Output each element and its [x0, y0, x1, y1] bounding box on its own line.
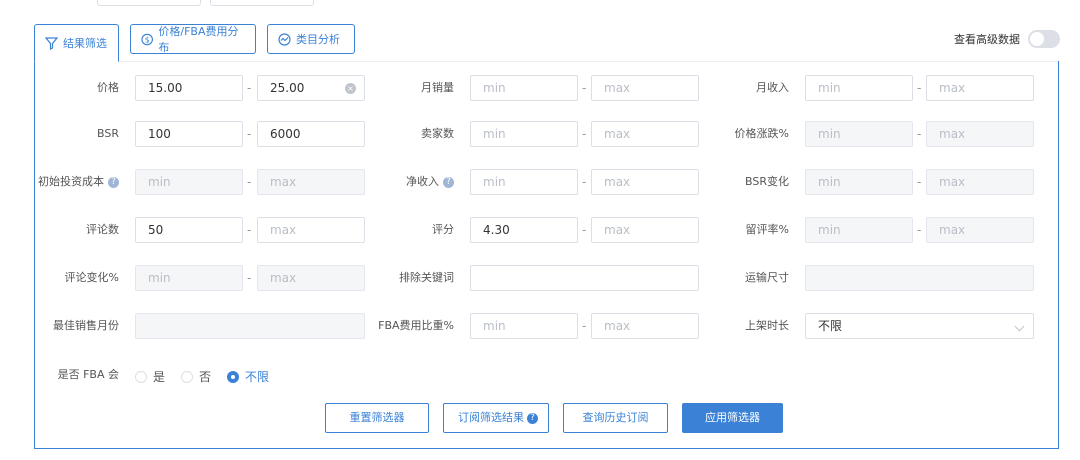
range-dash: -	[582, 127, 587, 141]
bsr-label: BSR	[97, 127, 119, 140]
price-change-label: 价格涨跌%	[734, 127, 789, 140]
help-icon[interactable]: ?	[443, 176, 454, 188]
sellers-max-input[interactable]: max	[591, 121, 699, 147]
range-dash: -	[247, 271, 252, 285]
initial-cost-max-input: max	[257, 169, 365, 195]
help-icon[interactable]: ?	[108, 176, 119, 188]
radio-dot	[181, 370, 194, 383]
bsr-change-max-input: max	[926, 169, 1034, 195]
radio-label: 否	[199, 370, 212, 384]
radio-label: 是	[153, 370, 166, 384]
bsr-change-min-input: min	[805, 169, 913, 195]
bsr-max-input[interactable]: 6000	[257, 121, 365, 147]
clear-icon[interactable]: ×	[345, 83, 356, 94]
monthly-sales-label: 月销量	[421, 81, 454, 94]
review-rate-max-input: max	[926, 217, 1034, 243]
history-subscriptions-button[interactable]: 查询历史订阅	[563, 403, 668, 433]
range-dash: -	[917, 127, 922, 141]
range-dash: -	[247, 223, 252, 237]
reviews-min-input[interactable]: 50	[135, 217, 243, 243]
radio-label: 不限	[245, 370, 270, 384]
range-dash: -	[582, 81, 587, 95]
range-dash: -	[917, 223, 922, 237]
monthly-revenue-max-input[interactable]: max	[926, 75, 1034, 101]
monthly-sales-min-input[interactable]: min	[470, 75, 578, 101]
range-dash: -	[247, 127, 252, 141]
exclude-keywords-label: 排除关键词	[399, 271, 454, 284]
reviews-label: 评论数	[86, 223, 119, 236]
price-min-input[interactable]: 15.00	[135, 75, 243, 101]
bsr-min-input[interactable]: 100	[135, 121, 243, 147]
price-change-min-input: min	[805, 121, 913, 147]
listing-age-value: 不限	[818, 319, 843, 333]
rating-max-input[interactable]: max	[591, 217, 699, 243]
review-change-label: 评论变化%	[64, 271, 119, 284]
subscribe-label: 订阅筛选结果	[458, 411, 524, 424]
rating-label: 评分	[432, 223, 454, 236]
best-month-label: 最佳销售月份	[53, 319, 119, 332]
range-dash: -	[582, 223, 587, 237]
review-change-max-input: max	[257, 265, 365, 291]
fba-ratio-min-input[interactable]: min	[470, 313, 578, 339]
radio-any[interactable]: 不限	[227, 368, 269, 385]
chevron-down-icon	[1014, 321, 1025, 332]
rating-min-input[interactable]: 4.30	[470, 217, 578, 243]
range-dash: -	[247, 175, 252, 189]
initial-cost-label-text: 初始投资成本	[38, 175, 104, 188]
net-income-min-input[interactable]: min	[470, 169, 578, 195]
radio-dot	[227, 370, 240, 383]
net-income-max-input[interactable]: max	[591, 169, 699, 195]
net-income-label: 净收入?	[360, 169, 454, 195]
monthly-revenue-min-input[interactable]: min	[805, 75, 913, 101]
price-max-value: 25.00	[270, 81, 305, 95]
apply-filter-button[interactable]: 应用筛选器	[682, 403, 783, 433]
range-dash: -	[582, 175, 587, 189]
radio-no[interactable]: 否	[181, 368, 211, 385]
price-label: 价格	[97, 81, 119, 94]
fba-ratio-max-input[interactable]: max	[591, 313, 699, 339]
help-icon: ?	[527, 412, 538, 424]
shipping-size-label: 运输尺寸	[745, 271, 789, 284]
is-fba-radio-group: 是 否 不限	[135, 368, 285, 385]
shipping-size-input	[805, 265, 1034, 291]
fba-ratio-label: FBA费用比重%	[378, 319, 454, 332]
listing-age-select[interactable]: 不限	[805, 313, 1034, 339]
subscribe-results-button[interactable]: 订阅筛选结果?	[443, 403, 549, 433]
sellers-min-input[interactable]: min	[470, 121, 578, 147]
listing-age-label: 上架时长	[745, 319, 789, 332]
radio-dot	[135, 370, 147, 383]
range-dash: -	[247, 81, 252, 95]
review-change-min-input: min	[135, 265, 243, 291]
price-max-input[interactable]: 25.00 ×	[257, 75, 365, 101]
exclude-keywords-input[interactable]	[470, 265, 699, 291]
net-income-label-text: 净收入	[406, 175, 439, 188]
radio-yes[interactable]: 是	[135, 368, 165, 385]
initial-cost-min-input: min	[135, 169, 243, 195]
range-dash: -	[917, 175, 922, 189]
review-rate-min-input: min	[805, 217, 913, 243]
initial-cost-label: 初始投资成本?	[0, 169, 119, 195]
range-dash: -	[917, 81, 922, 95]
monthly-sales-max-input[interactable]: max	[591, 75, 699, 101]
reset-filter-button[interactable]: 重置筛选器	[325, 403, 429, 433]
reviews-max-input[interactable]: max	[257, 217, 365, 243]
monthly-revenue-label: 月收入	[756, 81, 789, 94]
sellers-label: 卖家数	[421, 127, 454, 140]
is-fba-label: 是否 FBA 会	[57, 368, 119, 381]
review-rate-label: 留评率%	[745, 223, 789, 236]
price-change-max-input: max	[926, 121, 1034, 147]
range-dash: -	[582, 319, 587, 333]
bsr-change-label: BSR变化	[745, 175, 789, 188]
best-month-input	[135, 313, 365, 339]
